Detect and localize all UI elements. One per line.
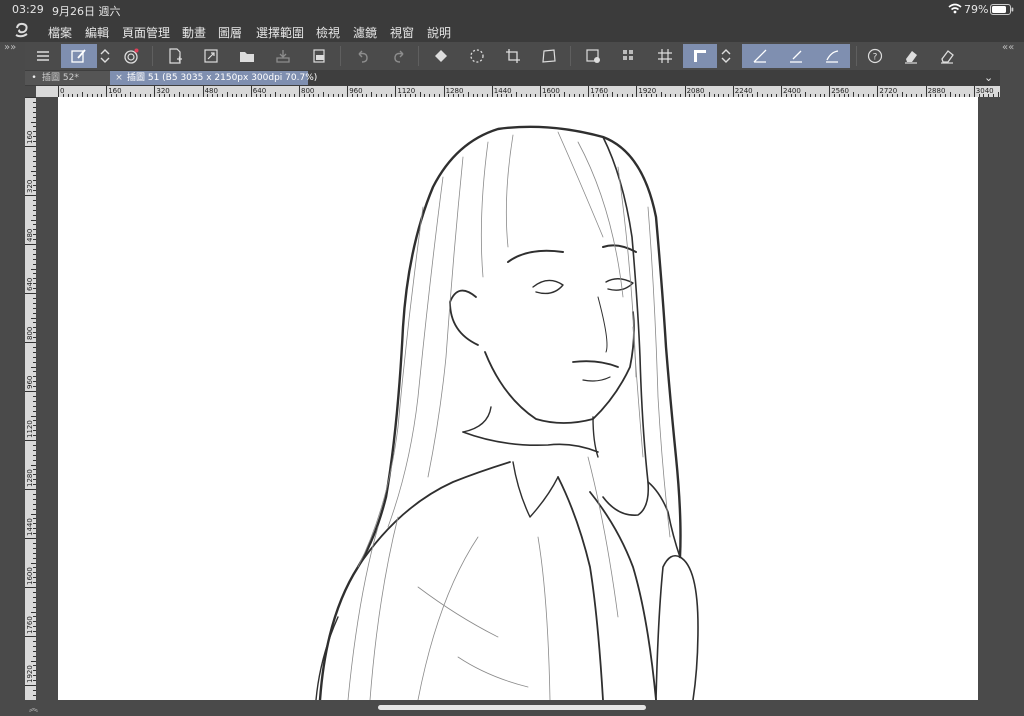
ruler-tick bbox=[202, 86, 204, 97]
command-bar: ? bbox=[0, 42, 1024, 70]
menu-view[interactable]: 檢視 bbox=[316, 24, 340, 41]
app-logo-icon[interactable] bbox=[12, 22, 34, 40]
ruler-tick bbox=[25, 489, 36, 490]
drawing-canvas[interactable] bbox=[58, 97, 978, 700]
selection-icon[interactable] bbox=[464, 44, 490, 68]
ruler-tick bbox=[106, 86, 108, 97]
snap-ruler-icon[interactable] bbox=[742, 44, 778, 68]
ruler-tick bbox=[636, 86, 638, 97]
close-icon[interactable]: × bbox=[114, 71, 124, 85]
resize-icon[interactable] bbox=[198, 44, 224, 68]
tab-label: 插圖 51 (B5 3035 x 2150px 300dpi 70.7%) bbox=[127, 73, 318, 83]
battery-icon bbox=[990, 4, 1014, 18]
ruler-tick bbox=[250, 86, 252, 97]
menu-bar: 檔案 編輯 頁面管理 動畫 圖層 選擇範圍 檢視 濾鏡 視窗 說明 bbox=[0, 20, 1024, 42]
open-folder-icon[interactable] bbox=[234, 44, 260, 68]
undo-icon[interactable] bbox=[350, 44, 376, 68]
ruler-tick bbox=[25, 195, 36, 196]
snap-curve-icon[interactable] bbox=[814, 44, 850, 68]
ruler-tick bbox=[973, 86, 975, 97]
new-layer-icon[interactable] bbox=[580, 44, 606, 68]
ruler-tick bbox=[25, 587, 36, 588]
camera-record-icon[interactable] bbox=[118, 44, 144, 68]
new-file-icon[interactable] bbox=[162, 44, 188, 68]
crop-icon[interactable] bbox=[500, 44, 526, 68]
ruler-icon[interactable] bbox=[683, 44, 717, 68]
eraser-alt-icon[interactable] bbox=[934, 44, 960, 68]
ruler-tick bbox=[395, 86, 397, 97]
ruler-tick bbox=[25, 538, 36, 539]
left-panel-strip: »» bbox=[0, 42, 25, 716]
menu-filter[interactable]: 濾鏡 bbox=[353, 24, 377, 41]
ruler-tick bbox=[25, 685, 36, 686]
ruler-tick bbox=[25, 293, 36, 294]
tab-label: 插圖 52* bbox=[42, 73, 79, 83]
menu-animation[interactable]: 動畫 bbox=[182, 24, 206, 41]
snap-arrows-icon[interactable] bbox=[717, 44, 735, 68]
horizontal-ruler: 0 160 320 480 640 800 960 1120 1280 1440 1600 1760 1… bbox=[36, 86, 1000, 97]
grid-icon[interactable] bbox=[652, 44, 678, 68]
menu-file[interactable]: 檔案 bbox=[48, 24, 72, 41]
menu-icon[interactable] bbox=[30, 44, 56, 68]
tab-illustration-52[interactable]: • 插圖 52* bbox=[25, 71, 116, 85]
ruler-tick bbox=[877, 86, 879, 97]
menu-help[interactable]: 說明 bbox=[427, 24, 451, 41]
ruler-tick bbox=[25, 636, 36, 637]
eraser-icon[interactable] bbox=[898, 44, 924, 68]
ruler-tick bbox=[25, 391, 36, 392]
ruler-tick bbox=[781, 86, 782, 97]
expand-bottom-icon[interactable]: ︽ bbox=[29, 701, 38, 714]
menu-selection[interactable]: 選擇範圍 bbox=[256, 24, 304, 41]
canvas-area[interactable] bbox=[36, 97, 1000, 700]
ruler-tick bbox=[829, 86, 831, 97]
ruler-tick bbox=[732, 86, 734, 97]
up-down-arrows-icon[interactable] bbox=[97, 44, 113, 68]
ruler-tick bbox=[684, 86, 686, 97]
sketch-artwork bbox=[315, 125, 699, 700]
home-indicator[interactable] bbox=[378, 705, 646, 710]
expand-right-icon[interactable]: «« bbox=[1002, 42, 1014, 53]
ruler-tick bbox=[25, 342, 36, 343]
ruler-tick bbox=[25, 146, 36, 147]
ruler-tick bbox=[58, 86, 59, 97]
chevron-down-icon[interactable]: ⌄ bbox=[984, 71, 993, 84]
tab-illustration-51[interactable]: × 插圖 51 (B5 3035 x 2150px 300dpi 70.7%) bbox=[110, 71, 317, 85]
right-panel-strip: «« bbox=[1000, 42, 1024, 716]
ruler-tick bbox=[25, 97, 36, 98]
menu-window[interactable]: 視窗 bbox=[390, 24, 414, 41]
ruler-tick bbox=[299, 86, 300, 97]
ruler-tick bbox=[925, 86, 927, 97]
ruler-tick bbox=[443, 86, 445, 97]
ruler-tick bbox=[25, 244, 36, 245]
ruler-tick bbox=[540, 86, 541, 97]
snap-line-icon[interactable] bbox=[778, 44, 814, 68]
expand-left-icon[interactable]: »» bbox=[4, 42, 16, 53]
menu-edit[interactable]: 編輯 bbox=[85, 24, 109, 41]
svg-text:?: ? bbox=[873, 53, 878, 63]
help-icon[interactable]: ? bbox=[862, 44, 888, 68]
ruler-tick bbox=[25, 440, 36, 441]
menu-layer[interactable]: 圖層 bbox=[218, 24, 242, 41]
vertical-ruler: 160 320 480 640 800 960 1120 1280 1440 1600 1760 19… bbox=[25, 97, 36, 700]
color-pick-icon[interactable] bbox=[616, 44, 642, 68]
redo-icon[interactable] bbox=[386, 44, 412, 68]
wifi-icon bbox=[948, 3, 962, 17]
save-icon[interactable] bbox=[270, 44, 296, 68]
status-date: 9月26日 週六 bbox=[52, 5, 121, 18]
menu-page-manage[interactable]: 頁面管理 bbox=[122, 24, 170, 41]
battery-percent: 79% bbox=[964, 3, 989, 16]
tab-dot-icon: • bbox=[31, 73, 37, 83]
ruler-tick bbox=[154, 86, 156, 97]
document-tabs: • 插圖 52* × 插圖 51 (B5 3035 x 2150px 300dpi … bbox=[0, 70, 1024, 86]
ruler-tick bbox=[588, 86, 590, 97]
status-bar: 03:29 9月26日 週六 79% bbox=[0, 0, 1024, 20]
layer-brush-icon[interactable] bbox=[61, 44, 97, 68]
export-icon[interactable] bbox=[306, 44, 332, 68]
fill-icon[interactable] bbox=[428, 44, 454, 68]
status-time: 03:29 bbox=[12, 3, 44, 16]
transform-icon[interactable] bbox=[536, 44, 562, 68]
ruler-tick bbox=[347, 86, 349, 97]
ruler-tick bbox=[491, 86, 493, 97]
